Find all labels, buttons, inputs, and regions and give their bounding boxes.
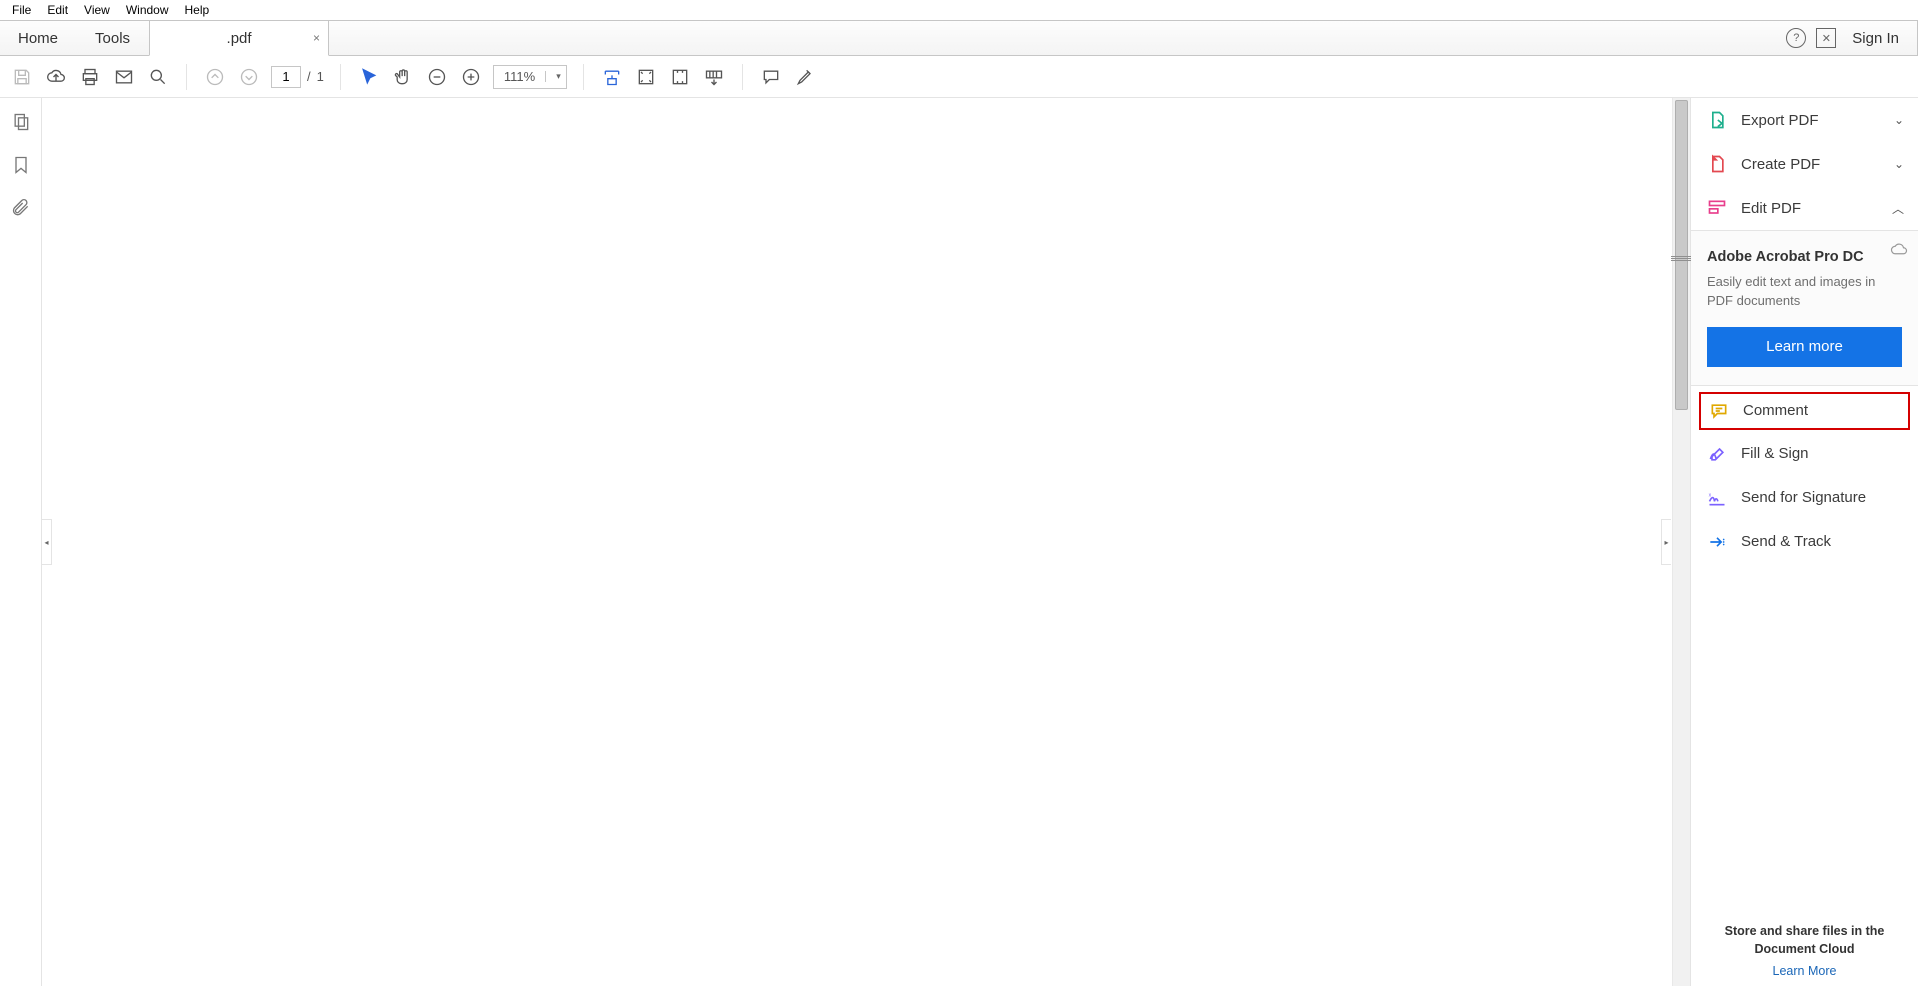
navpane-collapse-handle[interactable]: ◂ xyxy=(42,519,52,565)
tool-send-signature[interactable]: x Send for Signature xyxy=(1691,476,1918,520)
zoom-in-icon[interactable] xyxy=(459,65,483,89)
scrollbar-grip-icon xyxy=(1671,256,1693,264)
toolbar-sep-1 xyxy=(186,64,187,90)
toolspane-collapse-handle[interactable]: ▸ xyxy=(1661,519,1671,565)
print-icon[interactable] xyxy=(78,65,102,89)
toolbar-sep-3 xyxy=(583,64,584,90)
fit-width-icon[interactable] xyxy=(600,65,624,89)
highlight-tool-icon[interactable] xyxy=(793,65,817,89)
menu-file[interactable]: File xyxy=(6,3,37,17)
tools-pane: Export PDF ⌄ Create PDF ⌄ Edit PDF ︿ Ado… xyxy=(1690,98,1918,986)
learn-more-button[interactable]: Learn more xyxy=(1707,327,1902,367)
tab-strip: Home Tools .pdf × ? ✕ Sign In xyxy=(0,20,1918,56)
fit-page-icon[interactable] xyxy=(634,65,658,89)
create-pdf-icon xyxy=(1707,154,1727,174)
page-down-icon[interactable] xyxy=(237,65,261,89)
fullscreen-icon[interactable] xyxy=(668,65,692,89)
selection-tool-icon[interactable] xyxy=(357,65,381,89)
send-signature-icon: x xyxy=(1707,488,1727,508)
help-button[interactable]: ? xyxy=(1786,28,1806,48)
tool-create-pdf[interactable]: Create PDF ⌄ xyxy=(1691,142,1918,186)
search-icon[interactable] xyxy=(146,65,170,89)
cloud-upload-icon[interactable] xyxy=(44,65,68,89)
page-current-input[interactable] xyxy=(271,66,301,88)
chevron-up-icon: ︿ xyxy=(1892,200,1904,217)
tool-create-pdf-label: Create PDF xyxy=(1741,156,1820,173)
tab-tools[interactable]: Tools xyxy=(77,21,149,55)
menu-help[interactable]: Help xyxy=(179,3,216,17)
attachments-icon[interactable] xyxy=(11,198,31,223)
email-icon[interactable] xyxy=(112,65,136,89)
page-sep: / xyxy=(307,69,311,84)
tool-comment-label: Comment xyxy=(1743,402,1808,419)
tool-export-pdf[interactable]: Export PDF ⌄ xyxy=(1691,98,1918,142)
save-icon[interactable] xyxy=(10,65,34,89)
sign-in-button[interactable]: Sign In xyxy=(1846,30,1905,47)
comment-icon xyxy=(1709,401,1729,421)
tool-comment[interactable]: Comment xyxy=(1699,392,1910,430)
page-total: 1 xyxy=(317,69,324,84)
tool-export-pdf-label: Export PDF xyxy=(1741,112,1819,129)
edit-pdf-icon xyxy=(1707,198,1727,218)
send-track-icon xyxy=(1707,532,1727,552)
page-indicator: / 1 xyxy=(271,66,324,88)
hand-tool-icon[interactable] xyxy=(391,65,415,89)
tool-fill-sign[interactable]: Fill & Sign xyxy=(1691,432,1918,476)
zoom-value: 111% xyxy=(494,69,545,84)
chevron-down-icon: ⌄ xyxy=(1894,157,1904,171)
toolbar-sep-2 xyxy=(340,64,341,90)
menubar: File Edit View Window Help xyxy=(0,0,1918,20)
tab-document[interactable]: .pdf × xyxy=(149,21,329,56)
page-up-icon[interactable] xyxy=(203,65,227,89)
document-canvas[interactable]: ◂ ▸ xyxy=(42,98,1690,986)
menu-window[interactable]: Window xyxy=(120,3,175,17)
tool-send-signature-label: Send for Signature xyxy=(1741,489,1866,506)
toolbar: / 1 111% ▾ xyxy=(0,56,1918,98)
tool-send-track-label: Send & Track xyxy=(1741,533,1831,550)
cloud-promo-text: Store and share files in the Document Cl… xyxy=(1715,922,1894,958)
navigation-pane xyxy=(0,98,42,986)
zoom-out-icon[interactable] xyxy=(425,65,449,89)
fill-sign-icon xyxy=(1707,444,1727,464)
promo-title: Adobe Acrobat Pro DC xyxy=(1707,249,1902,265)
workspace: ◂ ▸ Export PDF ⌄ Create PDF ⌄ Edit PDF ︿… xyxy=(0,98,1918,986)
promo-description: Easily edit text and images in PDF docum… xyxy=(1707,273,1902,311)
edit-pdf-promo: Adobe Acrobat Pro DC Easily edit text an… xyxy=(1691,230,1918,386)
chevron-down-icon: ⌄ xyxy=(1894,113,1904,127)
tabstrip-spacer xyxy=(329,21,1774,55)
cloud-promo-link[interactable]: Learn More xyxy=(1773,964,1837,978)
thumbnails-icon[interactable] xyxy=(11,112,31,137)
toolbar-sep-4 xyxy=(742,64,743,90)
cloud-promo: Store and share files in the Document Cl… xyxy=(1691,912,1918,986)
read-mode-icon[interactable] xyxy=(702,65,726,89)
notifications-button[interactable]: ✕ xyxy=(1816,28,1836,48)
tool-edit-pdf[interactable]: Edit PDF ︿ xyxy=(1691,186,1918,230)
bookmarks-icon[interactable] xyxy=(11,155,31,180)
export-pdf-icon xyxy=(1707,110,1727,130)
zoom-caret-icon: ▾ xyxy=(545,71,566,82)
menu-edit[interactable]: Edit xyxy=(41,3,74,17)
comment-tool-icon[interactable] xyxy=(759,65,783,89)
tool-edit-pdf-label: Edit PDF xyxy=(1741,200,1801,217)
tab-close-button[interactable]: × xyxy=(313,31,320,45)
zoom-select[interactable]: 111% ▾ xyxy=(493,65,567,89)
tool-send-track[interactable]: Send & Track xyxy=(1691,520,1918,564)
tool-fill-sign-label: Fill & Sign xyxy=(1741,445,1809,462)
menu-view[interactable]: View xyxy=(78,3,116,17)
vertical-scrollbar[interactable] xyxy=(1672,98,1690,986)
tab-document-label: .pdf xyxy=(227,30,252,47)
tab-home[interactable]: Home xyxy=(0,21,77,55)
scrollbar-thumb[interactable] xyxy=(1675,100,1688,410)
cloud-sync-icon[interactable] xyxy=(1890,241,1908,264)
